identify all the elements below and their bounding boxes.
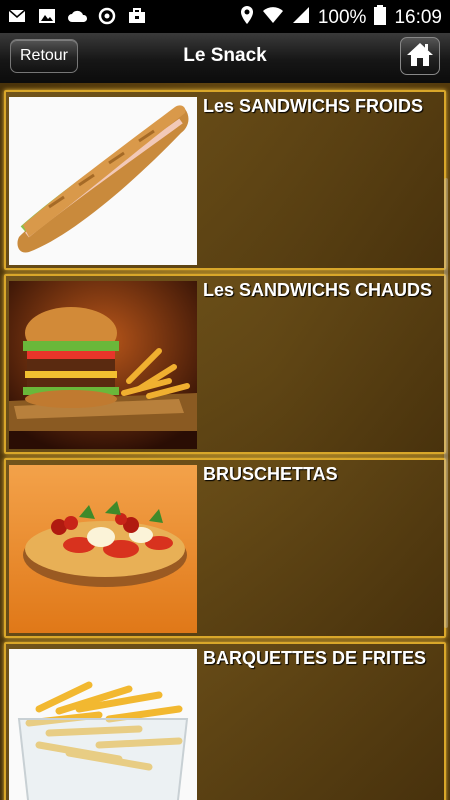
wifi-icon — [262, 6, 284, 30]
sync-icon — [98, 7, 116, 25]
menu-item-label: Les SANDWICHS CHAUDS — [203, 280, 433, 300]
baguette-sandwich-image — [9, 97, 197, 265]
status-bar: 100% 16:09 — [0, 0, 450, 33]
burger-and-fries-image — [9, 281, 197, 449]
menu-item-sandwichs-chauds[interactable]: Les SANDWICHS CHAUDS — [4, 274, 446, 454]
menu-item-label: Les SANDWICHS FROIDS — [203, 96, 424, 116]
bruschetta-image — [9, 465, 197, 633]
scrollbar[interactable] — [444, 178, 448, 628]
menu-item-bruschettas[interactable]: BRUSCHETTAS — [4, 458, 446, 638]
home-icon — [406, 41, 434, 72]
home-button[interactable] — [400, 37, 440, 75]
menu-list: Les SANDWICHS FROIDS Les SANDWICHS CHAUD… — [0, 83, 450, 800]
battery-percent: 100% — [317, 7, 367, 28]
menu-item-barquettes-de-frites[interactable]: BARQUETTES DE FRITES — [4, 642, 446, 800]
signal-icon — [292, 6, 310, 30]
mail-icon — [8, 7, 26, 25]
cloud-icon — [68, 7, 88, 25]
app-header: Retour Le Snack — [0, 33, 450, 83]
image-icon — [38, 7, 56, 25]
menu-item-sandwichs-froids[interactable]: Les SANDWICHS FROIDS — [4, 90, 446, 270]
fries-tray-image — [9, 649, 197, 800]
briefcase-icon — [128, 7, 146, 25]
menu-item-label: BRUSCHETTAS — [203, 464, 338, 484]
menu-item-label: BARQUETTES DE FRITES — [203, 648, 427, 668]
battery-icon — [374, 5, 387, 31]
back-button[interactable]: Retour — [10, 39, 78, 73]
location-icon — [240, 5, 254, 31]
clock: 16:09 — [394, 7, 442, 28]
